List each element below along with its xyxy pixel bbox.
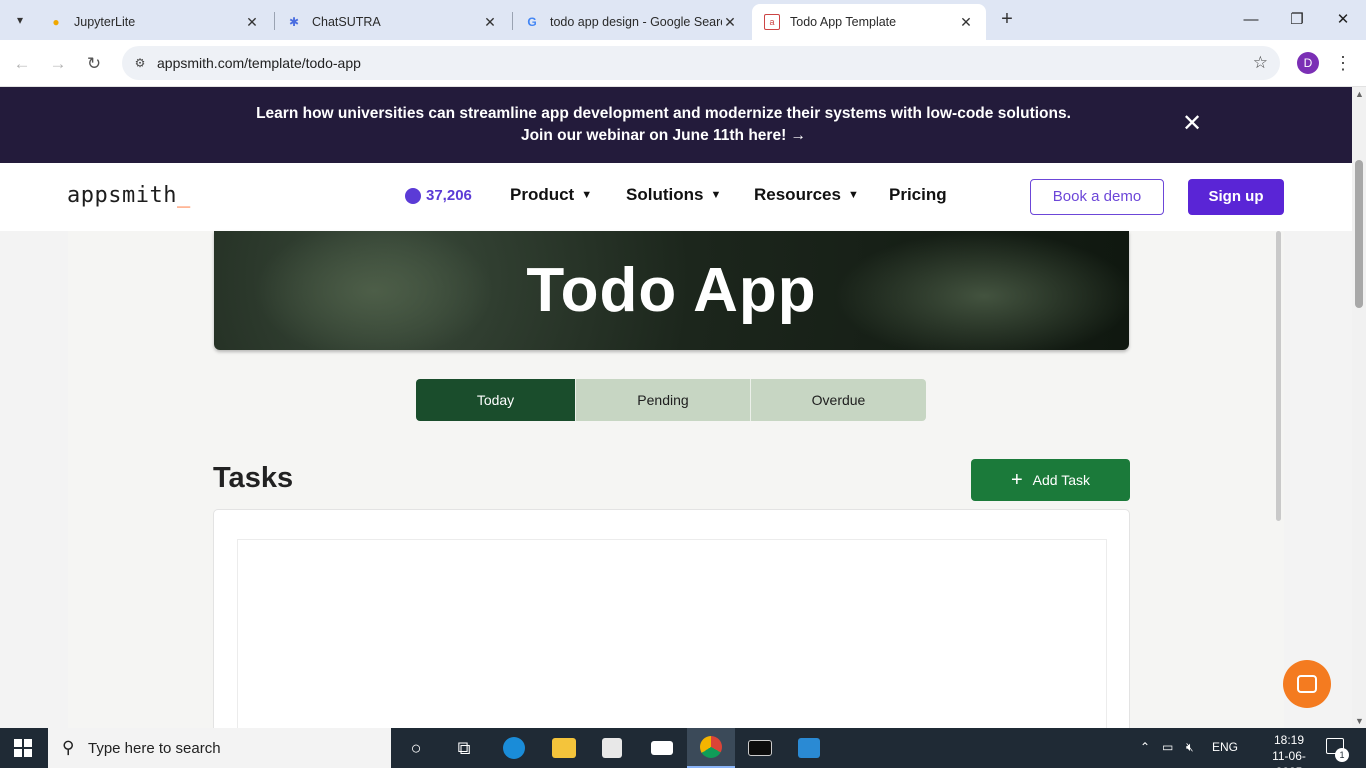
clock-date: 11-06-2025: [1272, 749, 1306, 768]
minimize-icon[interactable]: —: [1236, 8, 1266, 32]
github-stars-count: 37,206: [426, 187, 472, 204]
tab-close-icon[interactable]: ✕: [958, 14, 974, 31]
chat-launcher-button[interactable]: [1283, 660, 1331, 708]
chatsutra-icon: ✱: [288, 15, 300, 29]
restore-icon[interactable]: ❐: [1282, 8, 1312, 32]
task-filter-tabs: Today Pending Overdue: [416, 379, 926, 421]
site-header: appsmith_ 37,206 Product ▼ Solutions ▼ R…: [0, 163, 1352, 231]
nav-resources[interactable]: Resources ▼: [754, 185, 859, 205]
todo-hero-image: Todo App: [214, 231, 1129, 350]
file-explorer-icon[interactable]: [540, 728, 588, 768]
nav-solutions[interactable]: Solutions ▼: [626, 185, 721, 205]
new-tab-icon[interactable]: +: [996, 8, 1018, 32]
tab-close-icon[interactable]: ✕: [482, 14, 498, 31]
chat-icon: [1297, 675, 1317, 693]
vscode-icon[interactable]: [785, 728, 833, 768]
search-icon: ⚲: [62, 738, 75, 757]
chevron-down-icon: ▼: [581, 189, 593, 201]
browser-tab-active[interactable]: a Todo App Template ✕: [752, 4, 986, 40]
appsmith-icon: a: [764, 14, 780, 30]
task-view-icon[interactable]: ⧉: [440, 728, 488, 768]
browser-tab[interactable]: G todo app design - Google Search ✕: [512, 4, 750, 40]
jupyter-icon: ●: [52, 15, 60, 29]
page-scrollbar[interactable]: ▲ ▼: [1352, 87, 1366, 728]
tasks-list[interactable]: [237, 539, 1107, 739]
back-icon[interactable]: ←: [10, 52, 34, 76]
add-task-button[interactable]: + Add Task: [971, 459, 1130, 501]
tab-title: Todo App Template: [790, 15, 897, 29]
browser-menu-icon[interactable]: ⋮: [1334, 52, 1352, 74]
banner-webinar-link[interactable]: Join our webinar on June 11th here! →: [0, 127, 1327, 145]
chevron-down-icon: ▼: [847, 189, 859, 201]
github-icon: [405, 187, 421, 204]
network-icon[interactable]: ▭: [1162, 740, 1173, 754]
tab-close-icon[interactable]: ✕: [722, 14, 738, 31]
bookmark-star-icon[interactable]: ☆: [1253, 53, 1268, 73]
tab-title: JupyterLite: [74, 15, 136, 29]
banner-close-icon[interactable]: ✕: [1180, 112, 1204, 136]
terminal-icon[interactable]: [736, 728, 784, 768]
tab-pending[interactable]: Pending: [576, 379, 751, 421]
volume-muted-icon[interactable]: 🔇︎: [1186, 740, 1194, 755]
taskbar-search-placeholder: Type here to search: [88, 740, 221, 757]
clock-time: 18:19: [1273, 733, 1305, 747]
browser-tab[interactable]: ✱ ChatSUTRA ✕: [274, 4, 510, 40]
windows-start-icon[interactable]: [14, 739, 32, 757]
tab-today[interactable]: Today: [416, 379, 576, 421]
nav-product-label: Product: [510, 185, 575, 204]
window-close-icon[interactable]: ✕: [1328, 8, 1358, 32]
forward-icon[interactable]: →: [46, 52, 70, 76]
browser-tab-strip: ▾ ● JupyterLite ✕ ✱ ChatSUTRA ✕ G todo a…: [0, 0, 1366, 40]
profile-avatar[interactable]: D: [1297, 52, 1319, 74]
edge-icon[interactable]: [490, 728, 538, 768]
address-bar[interactable]: ⚙ appsmith.com/template/todo-app ☆: [122, 46, 1280, 80]
page-scrollbar-thumb[interactable]: [1355, 160, 1363, 308]
browser-toolbar: ← → ↻ ⚙ appsmith.com/template/todo-app ☆…: [0, 40, 1366, 87]
cortana-icon[interactable]: ○: [392, 728, 440, 768]
announcement-banner: Learn how universities can streamline ap…: [0, 87, 1352, 163]
notification-count-badge: 1: [1335, 748, 1349, 762]
browser-tab[interactable]: ● JupyterLite ✕: [36, 4, 272, 40]
language-indicator[interactable]: ENG: [1212, 740, 1238, 754]
preview-scrollbar-thumb[interactable]: [1276, 231, 1281, 521]
nav-pricing[interactable]: Pricing: [889, 185, 947, 205]
mail-icon[interactable]: [638, 728, 686, 768]
logo-cursor: _: [176, 183, 191, 208]
logo-text: appsmith: [67, 183, 177, 208]
tasks-heading: Tasks: [213, 462, 294, 494]
hero-title: Todo App: [526, 256, 817, 325]
windows-taskbar: ⚲ Type here to search ○ ⧉ ⌃ ▭ 🔇︎ ENG 18:…: [0, 728, 1366, 768]
book-demo-button[interactable]: Book a demo: [1030, 179, 1164, 215]
nav-pricing-label: Pricing: [889, 185, 947, 204]
github-stars-link[interactable]: 37,206: [405, 187, 472, 204]
tab-title: todo app design - Google Search: [550, 15, 722, 29]
nav-solutions-label: Solutions: [626, 185, 704, 204]
taskbar-clock[interactable]: 18:19 11-06-2025: [1260, 732, 1318, 768]
tab-title: ChatSUTRA: [312, 15, 381, 29]
tab-close-icon[interactable]: ✕: [244, 14, 260, 31]
add-task-label: Add Task: [1032, 472, 1091, 488]
sign-up-button[interactable]: Sign up: [1188, 179, 1284, 215]
taskbar-search[interactable]: ⚲ Type here to search: [48, 728, 391, 768]
scroll-down-icon[interactable]: ▼: [1355, 716, 1364, 726]
google-icon: G: [527, 15, 537, 29]
plus-icon: +: [1010, 469, 1023, 491]
nav-product[interactable]: Product ▼: [510, 185, 592, 205]
chevron-down-icon: ▼: [710, 189, 722, 201]
appsmith-logo[interactable]: appsmith_: [67, 183, 191, 208]
nav-resources-label: Resources: [754, 185, 841, 204]
store-icon[interactable]: [588, 728, 636, 768]
show-hidden-icons[interactable]: ⌃: [1140, 740, 1150, 754]
banner-text-line1[interactable]: Learn how universities can streamline ap…: [0, 105, 1327, 123]
chrome-icon[interactable]: [687, 728, 735, 768]
reload-icon[interactable]: ↻: [82, 52, 106, 76]
tab-search-dropdown-icon[interactable]: ▾: [6, 8, 34, 32]
scroll-up-icon[interactable]: ▲: [1355, 89, 1364, 99]
site-info-icon[interactable]: ⚙: [130, 53, 150, 73]
tab-overdue[interactable]: Overdue: [751, 379, 926, 421]
address-url[interactable]: appsmith.com/template/todo-app: [157, 55, 361, 71]
